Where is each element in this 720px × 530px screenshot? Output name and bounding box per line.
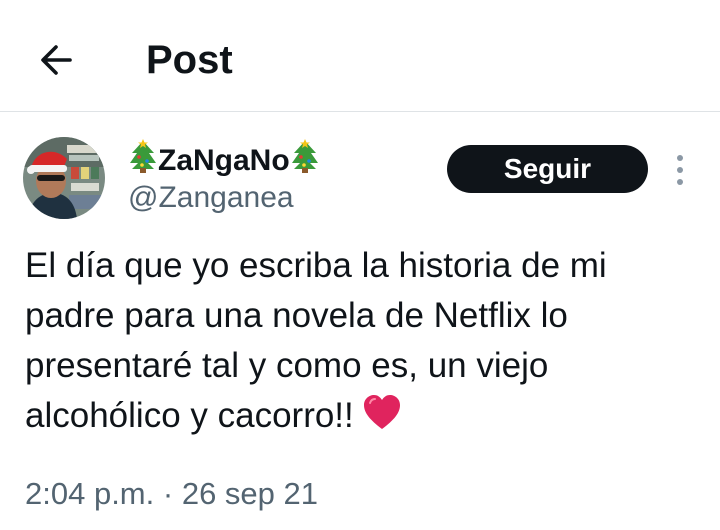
- avatar[interactable]: [23, 137, 105, 219]
- tweet-timestamp[interactable]: 2:04 p.m. · 26 sep 21: [25, 474, 318, 514]
- tweet-text: El día que yo escriba la historia de mi …: [25, 241, 705, 441]
- arrow-left-icon[interactable]: [36, 40, 76, 80]
- red-heart-icon: [363, 395, 400, 429]
- christmas-tree-icon: [130, 139, 156, 173]
- top-bar: Post: [0, 0, 720, 112]
- follow-button[interactable]: Seguir: [447, 145, 648, 193]
- tweet-date: 26 sep 21: [181, 476, 318, 511]
- page-title: Post: [146, 38, 233, 82]
- avatar-image: [23, 137, 105, 219]
- meta-separator: ·: [162, 476, 174, 511]
- author-handle[interactable]: @Zanganea: [128, 179, 294, 217]
- christmas-tree-icon: [291, 139, 318, 173]
- author-display-name[interactable]: ZaNgaNo: [128, 139, 320, 180]
- tweet-body: El día que yo escriba la historia de mi …: [25, 246, 607, 435]
- more-vertical-icon[interactable]: [670, 150, 690, 190]
- display-name-text: ZaNgaNo: [158, 144, 290, 177]
- tweet-time: 2:04 p.m.: [25, 476, 155, 511]
- post-page: Post ZaNgaNo @Zanganea Seguir El día que…: [0, 0, 720, 530]
